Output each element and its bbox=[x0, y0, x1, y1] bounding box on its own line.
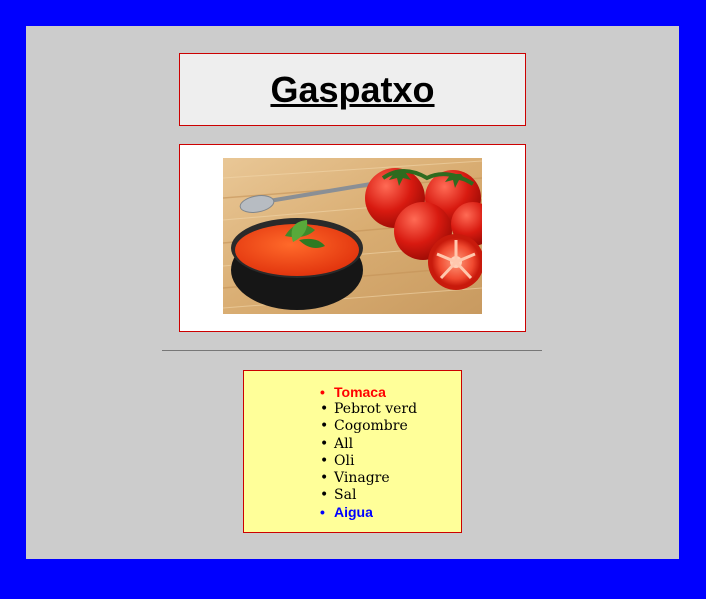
ingredients-box: Tomaca Pebrot verd Cogombre All Oli Vina… bbox=[243, 370, 462, 533]
list-item: Vinagre bbox=[320, 470, 417, 487]
ingredients-list: Tomaca Pebrot verd Cogombre All Oli Vina… bbox=[320, 384, 417, 522]
list-item: Sal bbox=[320, 487, 417, 504]
list-item: Aigua bbox=[320, 504, 417, 521]
list-item: Oli bbox=[320, 453, 417, 470]
page-content: Gaspatxo • Tomaca • Pebrot verd • Cogomb… bbox=[26, 26, 679, 559]
gazpacho-photo bbox=[223, 158, 482, 314]
page-title: Gaspatxo bbox=[270, 68, 435, 110]
image-box bbox=[179, 144, 526, 332]
list-item: Pebrot verd bbox=[320, 401, 417, 418]
list-item: Cogombre bbox=[320, 418, 417, 435]
list-item: All bbox=[320, 436, 417, 453]
title-box: Gaspatxo bbox=[179, 53, 526, 126]
horizontal-rule bbox=[162, 350, 542, 351]
list-item: Tomaca bbox=[320, 384, 417, 401]
